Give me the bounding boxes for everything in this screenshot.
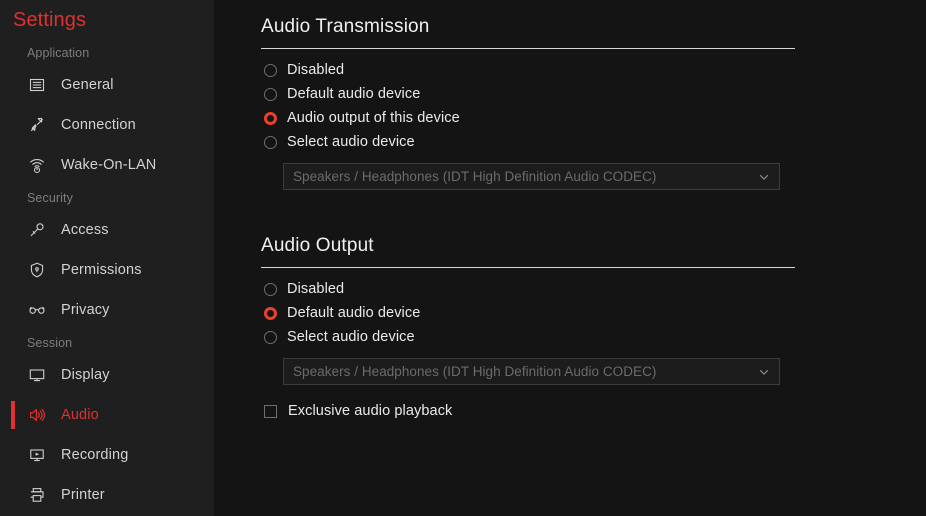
checkbox-label: Exclusive audio playback bbox=[288, 403, 452, 419]
sidebar-item-label: Connection bbox=[61, 117, 136, 133]
printer-icon bbox=[27, 485, 47, 505]
chevron-down-icon bbox=[757, 365, 771, 379]
speaker-wave-icon bbox=[27, 405, 47, 425]
radio-option-transmission-audio-output-of-this-device[interactable]: Audio output of this device bbox=[261, 106, 926, 130]
wifi-power-icon bbox=[27, 155, 47, 175]
sidebar-item-display[interactable]: Display bbox=[0, 355, 214, 395]
radio-indicator-selected[interactable] bbox=[264, 112, 277, 125]
shield-lock-icon bbox=[27, 260, 47, 280]
sidebar-item-label: General bbox=[61, 77, 114, 93]
radio-label: Disabled bbox=[287, 279, 344, 299]
settings-window: Settings Application General bbox=[0, 0, 926, 516]
sidebar-group-label-session: Session bbox=[0, 330, 214, 355]
sidebar-item-audio[interactable]: Audio bbox=[0, 395, 214, 435]
monitor-play-icon bbox=[27, 445, 47, 465]
section-spacer bbox=[214, 190, 926, 219]
sidebar-item-label: Audio bbox=[61, 407, 99, 423]
radio-option-output-default-audio-device[interactable]: Default audio device bbox=[261, 301, 926, 325]
radio-indicator[interactable] bbox=[264, 88, 277, 101]
radio-indicator[interactable] bbox=[264, 331, 277, 344]
radio-label: Disabled bbox=[287, 60, 344, 80]
radio-label: Default audio device bbox=[287, 303, 420, 323]
section-divider bbox=[261, 48, 795, 49]
sidebar-item-recording[interactable]: Recording bbox=[0, 435, 214, 475]
sidebar-item-label: Printer bbox=[61, 487, 105, 503]
section-title: Audio Transmission bbox=[261, 0, 926, 40]
radio-option-transmission-default-audio-device[interactable]: Default audio device bbox=[261, 82, 926, 106]
sidebar-item-wake-on-lan[interactable]: Wake-On-LAN bbox=[0, 145, 214, 185]
radio-option-output-select-audio-device[interactable]: Select audio device bbox=[261, 325, 926, 349]
radio-label: Default audio device bbox=[287, 84, 420, 104]
sidebar-item-label: Wake-On-LAN bbox=[61, 157, 156, 173]
radio-indicator[interactable] bbox=[264, 64, 277, 77]
radio-option-output-disabled[interactable]: Disabled bbox=[261, 277, 926, 301]
sidebar-item-label: Display bbox=[61, 367, 110, 383]
content-area: Audio Transmission Disabled Default audi… bbox=[214, 0, 926, 516]
sidebar-item-privacy[interactable]: Privacy bbox=[0, 290, 214, 330]
sidebar-group-label-application: Application bbox=[0, 40, 214, 65]
sidebar-item-general[interactable]: General bbox=[0, 65, 214, 105]
glasses-icon bbox=[27, 300, 47, 320]
radio-indicator-selected[interactable] bbox=[264, 307, 277, 320]
radio-indicator[interactable] bbox=[264, 283, 277, 296]
sidebar-item-printer[interactable]: Printer bbox=[0, 475, 214, 515]
monitor-icon bbox=[27, 365, 47, 385]
checkbox-exclusive-audio-playback[interactable]: Exclusive audio playback bbox=[261, 399, 926, 423]
sidebar-item-label: Privacy bbox=[61, 302, 110, 318]
section-divider bbox=[261, 267, 795, 268]
sidebar-item-permissions[interactable]: Permissions bbox=[0, 250, 214, 290]
sidebar: Settings Application General bbox=[0, 0, 214, 516]
radio-indicator[interactable] bbox=[264, 136, 277, 149]
section-audio-output: Audio Output Disabled Default audio devi… bbox=[214, 219, 926, 423]
dropdown-value: Speakers / Headphones (IDT High Definiti… bbox=[293, 169, 757, 184]
page-title: Settings bbox=[0, 0, 214, 34]
sidebar-nav: Application General bbox=[0, 40, 214, 515]
transmission-audio-device-dropdown[interactable]: Speakers / Headphones (IDT High Definiti… bbox=[283, 163, 780, 190]
output-audio-device-dropdown[interactable]: Speakers / Headphones (IDT High Definiti… bbox=[283, 358, 780, 385]
sidebar-group-label-security: Security bbox=[0, 185, 214, 210]
section-audio-transmission: Audio Transmission Disabled Default audi… bbox=[214, 0, 926, 190]
radio-option-transmission-disabled[interactable]: Disabled bbox=[261, 58, 926, 82]
key-icon bbox=[27, 220, 47, 240]
chevron-down-icon bbox=[757, 170, 771, 184]
section-title: Audio Output bbox=[261, 219, 926, 259]
dropdown-value: Speakers / Headphones (IDT High Definiti… bbox=[293, 364, 757, 379]
radio-label: Select audio device bbox=[287, 327, 415, 347]
sidebar-item-access[interactable]: Access bbox=[0, 210, 214, 250]
radio-label: Select audio device bbox=[287, 132, 415, 152]
list-lines-icon bbox=[27, 75, 47, 95]
connection-icon bbox=[27, 115, 47, 135]
radio-option-transmission-select-audio-device[interactable]: Select audio device bbox=[261, 130, 926, 154]
checkbox-indicator[interactable] bbox=[264, 405, 277, 418]
sidebar-item-label: Access bbox=[61, 222, 109, 238]
sidebar-item-connection[interactable]: Connection bbox=[0, 105, 214, 145]
sidebar-item-label: Recording bbox=[61, 447, 128, 463]
radio-label: Audio output of this device bbox=[287, 108, 460, 128]
sidebar-item-label: Permissions bbox=[61, 262, 142, 278]
